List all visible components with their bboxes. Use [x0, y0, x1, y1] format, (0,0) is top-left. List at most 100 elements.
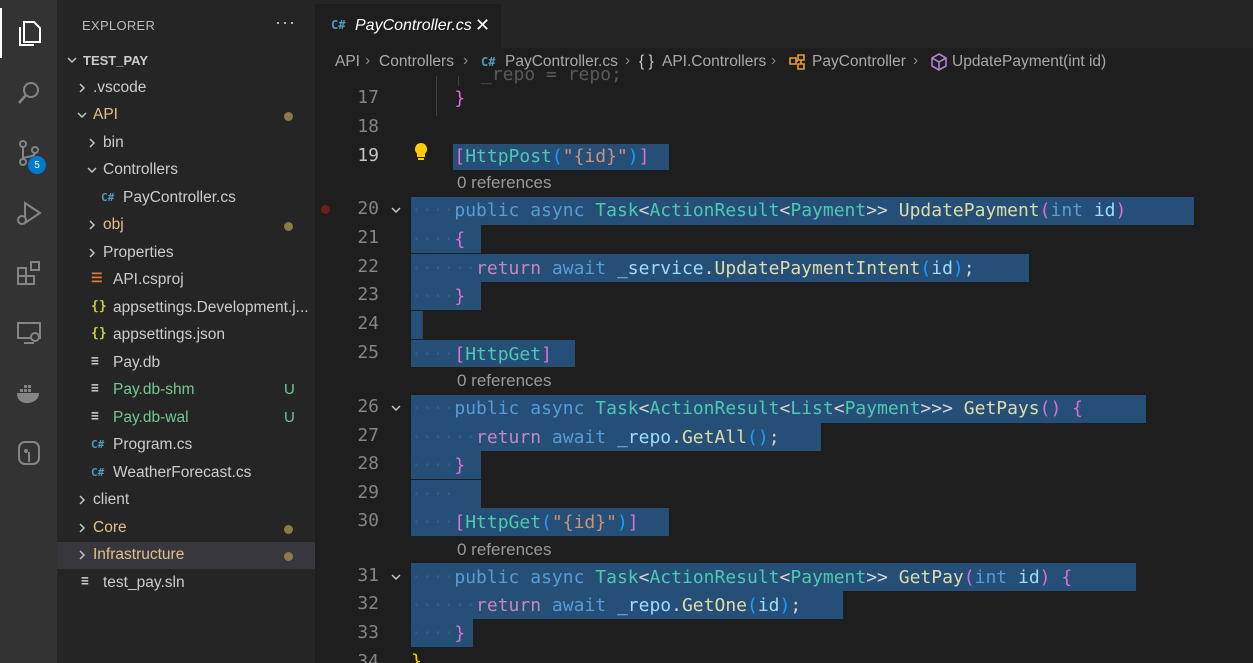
rss-file-icon: ☰: [91, 271, 103, 286]
more-actions-button[interactable]: ···: [275, 12, 296, 33]
breadcrumb-separator: ›: [625, 52, 631, 69]
tree-item[interactable]: .vscode: [57, 75, 315, 102]
tree-item[interactable]: Core: [57, 515, 315, 542]
line-number: 26: [357, 396, 379, 417]
line-number: 21: [357, 227, 379, 248]
remote-explorer-icon[interactable]: [0, 308, 57, 358]
breadcrumb-separator: ›: [913, 52, 919, 69]
modified-indicator: [284, 525, 293, 534]
breakpoint-hint[interactable]: [321, 205, 330, 214]
codelens-references[interactable]: 0 references: [457, 540, 552, 560]
line-number: 30: [357, 510, 379, 531]
breadcrumb-separator: ›: [771, 52, 777, 69]
codelens-references[interactable]: 0 references: [457, 173, 552, 193]
breadcrumb-item-controllers[interactable]: Controllers: [379, 53, 454, 71]
database-icon[interactable]: [0, 428, 57, 478]
line-number: 22: [357, 256, 379, 277]
code-editor[interactable]: _repo = repo; 17 18 19 20 21 22 23 24 25…: [315, 64, 1253, 663]
close-icon[interactable]: ✕: [475, 15, 490, 36]
breadcrumb-item-api[interactable]: API: [335, 53, 360, 71]
chevron-down-icon[interactable]: [389, 570, 403, 584]
csharp-file-icon: C#: [331, 18, 346, 32]
breadcrumb-item-method[interactable]: UpdatePayment(int id): [952, 53, 1106, 71]
extensions-icon[interactable]: [0, 248, 57, 298]
chevron-down-icon: [67, 57, 77, 64]
tree-item-label: Infrastructure: [93, 546, 185, 563]
untracked-badge: U: [284, 381, 295, 398]
code-line: ······return await _repo.GetAll();: [411, 427, 780, 448]
code-line: }: [411, 651, 422, 663]
search-icon[interactable]: [0, 68, 57, 118]
file-icon: ≡: [91, 354, 99, 369]
source-control-badge: 5: [28, 156, 46, 174]
breadcrumb-item-namespace[interactable]: API.Controllers: [662, 53, 766, 71]
tree-item[interactable]: ≡ Pay.db: [57, 350, 315, 377]
file-icon: ≡: [91, 381, 99, 396]
chevron-right-icon: [89, 220, 96, 230]
tree-item-label: Pay.db: [113, 354, 161, 371]
tree-item-label: .vscode: [93, 79, 147, 96]
sidebar-title: EXPLORER: [82, 18, 156, 33]
source-control-icon[interactable]: 5: [0, 128, 57, 178]
explorer-icon[interactable]: [0, 8, 57, 58]
tab-paycontroller[interactable]: C# PayController.cs ✕: [315, 4, 501, 48]
tree-item-label: appsettings.Development.j...: [113, 299, 309, 316]
tab-label: PayController.cs: [355, 17, 472, 34]
line-number: 19: [357, 145, 379, 166]
method-icon: [929, 52, 949, 77]
line-number: 31: [357, 565, 379, 586]
chevron-down-icon: [77, 112, 87, 119]
tree-item-label: Pay.db-shm: [113, 381, 195, 398]
breadcrumb-item-class[interactable]: PayController: [812, 53, 906, 71]
docker-icon[interactable]: [0, 368, 57, 418]
tree-item[interactable]: {} appsettings.json: [57, 322, 315, 349]
line-number: 17: [357, 87, 379, 108]
tree-item[interactable]: Controllers: [57, 157, 315, 184]
codelens-references[interactable]: 0 references: [457, 371, 552, 391]
tree-item[interactable]: ≡ test_pay.sln: [57, 570, 315, 597]
csharp-file-icon: C#: [91, 438, 105, 451]
modified-indicator: [284, 222, 293, 231]
tree-item[interactable]: Properties: [57, 240, 315, 267]
tree-item[interactable]: bin: [57, 130, 315, 157]
chevron-down-icon[interactable]: [389, 401, 403, 415]
tree-item[interactable]: {} appsettings.Development.j...: [57, 295, 315, 322]
tree-item-label: API.csproj: [113, 271, 184, 288]
tree-item[interactable]: ≡ Pay.db-wal U: [57, 405, 315, 432]
class-icon: [787, 52, 807, 77]
tab-bar: C# PayController.cs ✕: [315, 0, 1253, 52]
run-debug-icon[interactable]: [0, 188, 57, 238]
tree-item-label: WeatherForecast.cs: [113, 464, 252, 481]
tree-item[interactable]: ≡ Pay.db-shm U: [57, 377, 315, 404]
code-line: ····}: [411, 286, 466, 307]
code-line: ······return await _service.UpdatePaymen…: [411, 258, 975, 279]
line-number: 27: [357, 425, 379, 446]
breadcrumb-separator: ›: [365, 52, 371, 69]
tree-item[interactable]: TEST_PAY: [57, 47, 315, 74]
csharp-file-icon: C#: [101, 191, 115, 204]
tree-item[interactable]: obj: [57, 212, 315, 239]
tree-item[interactable]: C# PayController.cs: [57, 185, 315, 212]
tree-item[interactable]: client: [57, 487, 315, 514]
tree-item[interactable]: ☰ API.csproj: [57, 267, 315, 294]
code-line: ······return await _repo.GetOne(id);: [411, 595, 802, 616]
line-number: 20: [357, 198, 379, 219]
tree-item[interactable]: C# Program.cs: [57, 432, 315, 459]
line-number: 29: [357, 482, 379, 503]
tree-item-label: bin: [103, 134, 124, 151]
tree-item-label: Core: [93, 519, 127, 536]
tree-item[interactable]: C# WeatherForecast.cs: [57, 460, 315, 487]
line-number: 33: [357, 622, 379, 643]
editor: C# PayController.cs ✕ API › Controllers …: [315, 0, 1253, 663]
tree-item[interactable]: API: [57, 102, 315, 129]
code-line: ····}: [411, 455, 466, 476]
tree-item-label: Pay.db-wal: [113, 409, 189, 426]
line-number: 23: [357, 284, 379, 305]
modified-indicator: [284, 112, 293, 121]
tree-item[interactable]: Infrastructure: [57, 542, 315, 569]
chevron-down-icon[interactable]: [389, 203, 403, 217]
breadcrumb: API › Controllers › C# PayController.cs …: [315, 48, 1253, 76]
tree-item-label: client: [93, 491, 130, 508]
tree-item-label: PayController.cs: [123, 189, 236, 206]
tree-item-label: API: [93, 106, 118, 123]
